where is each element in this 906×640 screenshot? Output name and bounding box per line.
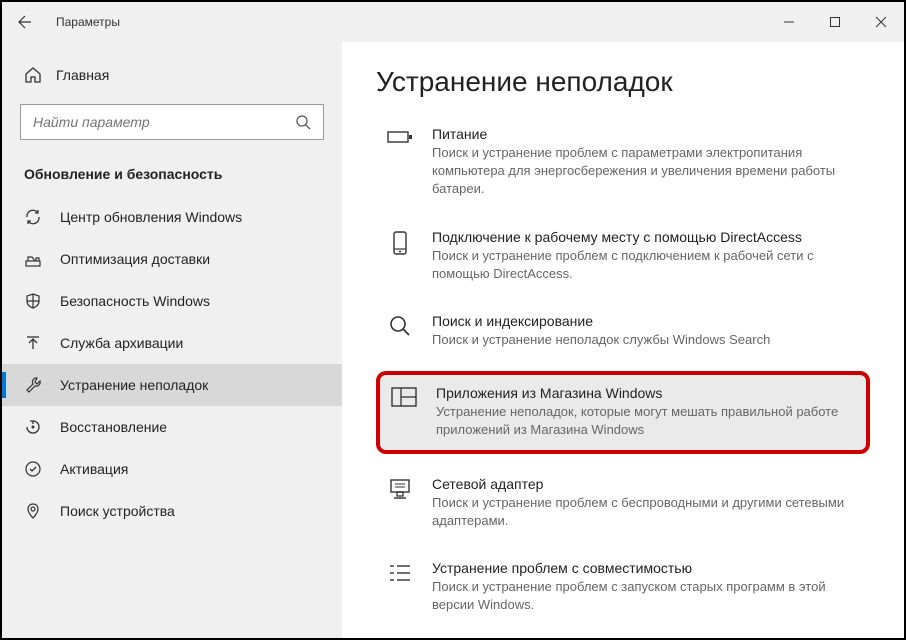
store-app-icon — [390, 385, 418, 439]
home-label: Главная — [56, 67, 109, 83]
home-icon — [24, 66, 42, 84]
troubleshoot-body: Подключение к рабочему месту с помощью D… — [432, 229, 860, 283]
delivery-icon — [24, 250, 42, 268]
close-button[interactable] — [858, 2, 904, 42]
troubleshoot-title: Питание — [432, 126, 860, 142]
troubleshoot-body: Приложения из Магазина Windows Устранени… — [436, 385, 856, 439]
activation-icon — [24, 460, 42, 478]
recovery-icon — [24, 418, 42, 436]
sidebar-item-label: Поиск устройства — [60, 503, 175, 519]
back-button[interactable] — [2, 2, 48, 42]
sidebar-item-label: Восстановление — [60, 419, 167, 435]
troubleshoot-body: Питание Поиск и устранение проблем с пар… — [432, 126, 860, 199]
troubleshoot-title: Подключение к рабочему месту с помощью D… — [432, 229, 860, 245]
sidebar-item-label: Безопасность Windows — [60, 293, 210, 309]
troubleshoot-desc: Поиск и устранение проблем с подключение… — [432, 247, 860, 283]
network-adapter-icon — [386, 476, 414, 530]
sidebar-item-backup[interactable]: Служба архивации — [2, 322, 342, 364]
sidebar-item-windows-update[interactable]: Центр обновления Windows — [2, 196, 342, 238]
troubleshoot-item-power[interactable]: Питание Поиск и устранение проблем с пар… — [376, 118, 870, 207]
sidebar-item-troubleshoot[interactable]: Устранение неполадок — [2, 364, 342, 406]
troubleshoot-title: Поиск и индексирование — [432, 313, 860, 329]
checklist-icon — [386, 560, 414, 614]
sidebar-item-label: Оптимизация доставки — [60, 251, 210, 267]
troubleshoot-desc: Поиск и устранение проблем с беспроводны… — [432, 494, 860, 530]
sidebar-item-delivery-optimization[interactable]: Оптимизация доставки — [2, 238, 342, 280]
close-icon — [875, 16, 887, 28]
home-link[interactable]: Главная — [2, 56, 342, 94]
window-title: Параметры — [56, 15, 120, 29]
maximize-button[interactable] — [812, 2, 858, 42]
troubleshoot-item-search-indexing[interactable]: Поиск и индексирование Поиск и устранени… — [376, 305, 870, 357]
troubleshoot-item-directaccess[interactable]: Подключение к рабочему месту с помощью D… — [376, 221, 870, 291]
search-icon — [295, 114, 311, 130]
phone-icon — [386, 229, 414, 283]
troubleshoot-item-network-adapter[interactable]: Сетевой адаптер Поиск и устранение пробл… — [376, 468, 870, 538]
sidebar: Главная Обновление и безопасность Центр … — [2, 42, 342, 638]
troubleshoot-body: Поиск и индексирование Поиск и устранени… — [432, 313, 860, 349]
troubleshoot-body: Сетевой адаптер Поиск и устранение пробл… — [432, 476, 860, 530]
sidebar-item-recovery[interactable]: Восстановление — [2, 406, 342, 448]
minimize-button[interactable] — [766, 2, 812, 42]
troubleshoot-title: Устранение проблем с совместимостью — [432, 560, 860, 576]
search-box[interactable] — [20, 104, 324, 140]
troubleshoot-title: Приложения из Магазина Windows — [436, 385, 856, 401]
arrow-left-icon — [17, 14, 33, 30]
sidebar-item-label: Устранение неполадок — [60, 377, 208, 393]
maximize-icon — [829, 16, 841, 28]
search-input[interactable] — [33, 114, 295, 130]
troubleshoot-desc: Поиск и устранение проблем с запуском ст… — [432, 578, 860, 614]
sidebar-item-windows-security[interactable]: Безопасность Windows — [2, 280, 342, 322]
sync-icon — [24, 208, 42, 226]
titlebar: Параметры — [2, 2, 904, 42]
shield-icon — [24, 292, 42, 310]
main-panel: Устранение неполадок Питание Поиск и уст… — [342, 42, 904, 638]
location-icon — [24, 502, 42, 520]
troubleshoot-desc: Поиск и устранение неполадок службы Wind… — [432, 331, 860, 349]
settings-window: Параметры Главная — [0, 0, 906, 640]
window-controls — [766, 2, 904, 42]
sidebar-item-activation[interactable]: Активация — [2, 448, 342, 490]
troubleshoot-item-store-apps[interactable]: Приложения из Магазина Windows Устранени… — [376, 371, 870, 453]
troubleshoot-title: Сетевой адаптер — [432, 476, 860, 492]
sidebar-item-label: Центр обновления Windows — [60, 209, 242, 225]
wrench-icon — [24, 376, 42, 394]
sidebar-item-label: Служба архивации — [60, 335, 183, 351]
backup-icon — [24, 334, 42, 352]
troubleshoot-desc: Поиск и устранение проблем с параметрами… — [432, 144, 860, 199]
section-header: Обновление и безопасность — [2, 158, 342, 196]
sidebar-item-label: Активация — [60, 461, 128, 477]
troubleshoot-body: Устранение проблем с совместимостью Поис… — [432, 560, 860, 614]
content-area: Главная Обновление и безопасность Центр … — [2, 42, 904, 638]
page-title: Устранение неполадок — [376, 66, 870, 98]
battery-icon — [386, 126, 414, 199]
minimize-icon — [783, 16, 795, 28]
troubleshoot-item-compatibility[interactable]: Устранение проблем с совместимостью Поис… — [376, 552, 870, 622]
troubleshoot-desc: Устранение неполадок, которые могут меша… — [436, 403, 856, 439]
sidebar-item-find-device[interactable]: Поиск устройства — [2, 490, 342, 532]
magnifier-icon — [386, 313, 414, 349]
